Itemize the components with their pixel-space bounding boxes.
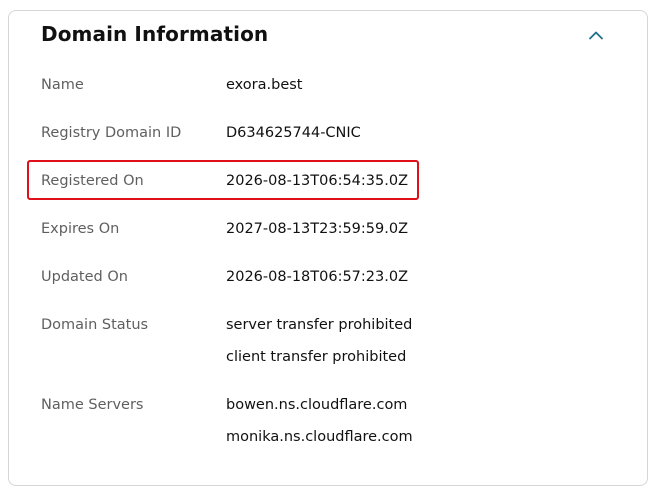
chevron-up-icon bbox=[589, 31, 603, 40]
registry-domain-id-label: Registry Domain ID bbox=[41, 125, 182, 141]
collapse-button[interactable] bbox=[583, 23, 609, 47]
name-servers-label: Name Servers bbox=[41, 397, 144, 413]
domain-information-card: Domain Information Name exora.best Regis… bbox=[8, 10, 648, 486]
domain-status-label: Domain Status bbox=[41, 317, 149, 333]
registered-on-label: Registered On bbox=[41, 173, 144, 189]
name-label: Name bbox=[41, 77, 84, 93]
domain-status-value: server transfer prohibited bbox=[226, 317, 413, 333]
registry-domain-id-value: D634625744-CNIC bbox=[226, 125, 361, 141]
name-value: exora.best bbox=[226, 77, 303, 93]
domain-status-value: client transfer prohibited bbox=[226, 349, 407, 365]
name-server-value: bowen.ns.cloudflare.com bbox=[226, 397, 408, 413]
card-title: Domain Information bbox=[41, 22, 269, 46]
expires-on-value: 2027-08-13T23:59:59.0Z bbox=[226, 221, 409, 237]
name-server-value: monika.ns.cloudflare.com bbox=[226, 429, 413, 445]
updated-on-label: Updated On bbox=[41, 269, 128, 285]
updated-on-value: 2026-08-18T06:57:23.0Z bbox=[226, 269, 409, 285]
registered-on-value: 2026-08-13T06:54:35.0Z bbox=[226, 173, 409, 189]
expires-on-label: Expires On bbox=[41, 221, 120, 237]
